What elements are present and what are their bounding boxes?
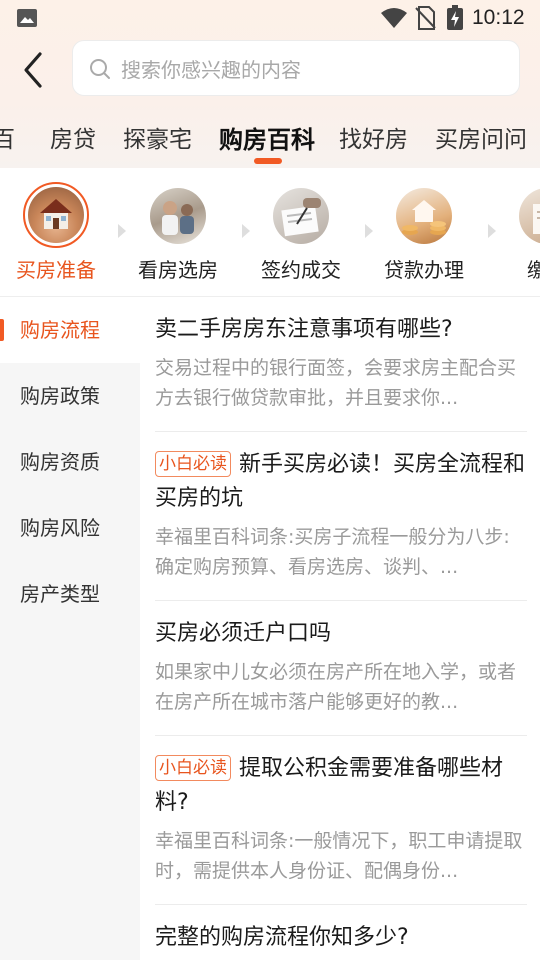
battery-charging-icon [447,5,463,30]
tab-partial[interactable]: 百 [0,120,15,154]
tab-home-buying-encyclopedia[interactable]: 购房百科 [219,120,315,155]
article-title: 小白必读 提取公积金需要准备哪些材料? [155,752,527,820]
sidebar: 购房流程 购房政策 购房资质 购房风险 房产类型 [0,297,140,960]
list-item[interactable]: 小白必读 提取公积金需要准备哪些材料? 幸福里百科词条:一般情况下，职工申请提取时… [155,736,527,905]
article-title-text: 卖二手房房东注意事项有哪些? [155,317,453,342]
tax-icon [519,188,540,244]
article-title-text: 买房必须迁户口吗 [155,621,332,646]
article-title: 卖二手房房东注意事项有哪些? [155,313,527,347]
category-label: 签约成交 [261,258,341,282]
category-label: 买房准备 [16,258,96,282]
article-description: 交易过程中的银行面签，会要求房主配合买方去银行做贷款审批，并且要求你... [155,357,517,409]
list-item[interactable]: 卖二手房房东注意事项有哪些? 交易过程中的银行面签，会要求房主配合买方去银行做贷… [155,297,527,432]
tab-buying-questions[interactable]: 买房问问 [435,120,527,154]
contract-signing-icon [273,188,329,244]
list-item[interactable]: 小白必读 新手买房必读！买房全流程和买房的坑 幸福里百科词条:买房子流程一般分为八… [155,432,527,601]
article-description: 如果家中儿女必须在房产所在地入学，或者在房产所在城市落户能够更好的教... [155,661,517,713]
status-time: 10:12 [472,6,525,29]
category-label: 看房选房 [138,258,218,282]
sidebar-item-buying-policy[interactable]: 购房政策 [0,363,140,429]
category-buying-preparation[interactable]: 买房准备 [1,182,111,283]
list-item[interactable]: 完整的购房流程你知多少? [155,905,527,960]
beginner-must-read-badge: 小白必读 [155,755,231,781]
category-label: 缴税 [492,254,540,283]
no-sim-icon [415,6,436,30]
article-description: 幸福里百科词条:买房子流程一般分为八步:确定购房预算、看房选房、谈判、... [155,526,510,578]
wifi-icon [381,8,407,28]
article-list: 卖二手房房东注意事项有哪些? 交易过程中的银行面签，会要求房主配合买方去银行做贷… [155,297,527,960]
category-row: 买房准备 看房选房 签约成交 贷款办理 [0,168,540,297]
list-item[interactable]: 买房必须迁户口吗 如果家中儿女必须在房产所在地入学，或者在房产所在城市落户能够更… [155,601,527,736]
sidebar-item-buying-process[interactable]: 购房流程 [0,297,140,363]
article-title: 小白必读 新手买房必读！买房全流程和买房的坑 [155,448,527,516]
tab-luxury-homes[interactable]: 探豪宅 [123,120,192,154]
category-loan-processing[interactable]: 贷款办理 [369,182,479,283]
category-tax-payment[interactable]: 缴税 [492,182,540,283]
article-title: 完整的购房流程你知多少? [155,921,527,955]
image-notification-icon [17,9,37,27]
house-viewing-icon [150,188,206,244]
category-house-viewing[interactable]: 看房选房 [123,182,233,283]
category-label: 贷款办理 [384,258,464,282]
category-contract-signing[interactable]: 签约成交 [246,182,356,283]
search-input[interactable] [119,53,503,87]
back-arrow-icon[interactable] [14,48,54,92]
beginner-must-read-badge: 小白必读 [155,451,231,477]
search-icon [90,59,110,79]
article-title-text: 完整的购房流程你知多少? [155,925,409,950]
sidebar-item-buying-qualification[interactable]: 购房资质 [0,429,140,495]
tab-find-homes[interactable]: 找好房 [339,120,408,154]
search-bar[interactable] [72,40,520,96]
article-title: 买房必须迁户口吗 [155,617,527,651]
article-description: 幸福里百科词条:一般情况下，职工申请提取时，需提供本人身份证、配偶身份... [155,830,523,882]
tab-mortgage[interactable]: 房贷 [50,120,96,154]
sidebar-item-property-type[interactable]: 房产类型 [0,561,140,627]
coins-house-icon [396,188,452,244]
top-tabs: 百 房贷 探豪宅 购房百科 找好房 买房问问 [0,112,540,168]
status-bar: 10:12 [0,0,540,36]
active-tab-indicator [254,158,282,164]
sidebar-item-buying-risk[interactable]: 购房风险 [0,495,140,561]
house-in-hand-icon [28,187,84,243]
